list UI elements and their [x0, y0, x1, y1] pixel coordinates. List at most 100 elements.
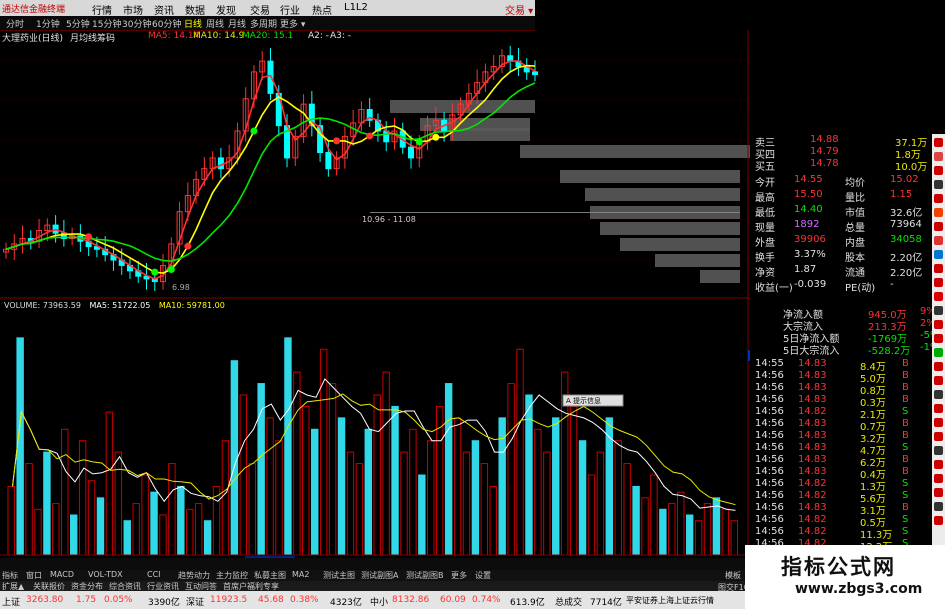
sh-label[interactable]: 上证	[2, 595, 20, 608]
toolbar-icon[interactable]	[934, 222, 943, 231]
zx-label[interactable]: 中小	[370, 595, 388, 608]
toolbar-icon[interactable]	[934, 390, 943, 399]
volume-bar	[328, 383, 337, 556]
toolbar-icon[interactable]	[934, 292, 943, 301]
toolbar-icon[interactable]	[934, 432, 943, 441]
tab-item[interactable]: CCI	[147, 570, 161, 579]
toolbar-icon[interactable]	[934, 306, 943, 315]
menu-item-discover[interactable]: 发现	[216, 2, 236, 17]
flow-row[interactable]: 5日大宗流入 -528.2万 -1%	[750, 342, 940, 357]
tab-item[interactable]: 测试主图	[323, 570, 355, 581]
period-week[interactable]: 周线	[206, 17, 224, 30]
tab-item[interactable]: 窗口	[26, 570, 42, 581]
quote-value: 14.40	[794, 204, 823, 215]
signal-dot	[333, 137, 341, 145]
period-more[interactable]: 更多 ▾	[280, 17, 305, 30]
quote-value: 32.6亿	[890, 208, 923, 219]
toolbar-icon[interactable]	[934, 488, 943, 497]
tab-item[interactable]: VOL-TDX	[88, 570, 123, 579]
tooltip[interactable]: A 提示信息	[566, 396, 601, 405]
toolbar-icon[interactable]	[934, 180, 943, 189]
volume-bar	[275, 440, 283, 556]
ext-tab[interactable]: 关联报价	[33, 581, 65, 592]
toolbar-icon[interactable]	[934, 166, 943, 175]
period-month[interactable]: 月线	[228, 17, 246, 30]
menu-item-market[interactable]: 市场	[123, 2, 143, 17]
tab-item[interactable]: 测试副图A	[361, 570, 398, 581]
ext-tab[interactable]: 首席户福利专享	[223, 581, 279, 592]
toolbar-icon[interactable]	[934, 418, 943, 427]
menu-item-quotes[interactable]: 行情	[92, 2, 112, 17]
tab-template[interactable]: 模板	[725, 570, 741, 581]
period-30min[interactable]: 30分钟	[122, 17, 151, 30]
indicator-name[interactable]: 月均线筹码	[70, 31, 115, 44]
tab-item[interactable]: 更多	[451, 570, 467, 581]
toolbar-icon[interactable]	[934, 404, 943, 413]
toolbar-icon[interactable]	[934, 516, 943, 525]
period-5min[interactable]: 5分钟	[66, 17, 90, 30]
tab-item[interactable]: 主力监控	[216, 570, 248, 581]
period-tick[interactable]: 分时	[6, 17, 24, 30]
toolbar-icon[interactable]	[934, 474, 943, 483]
menu-item-news[interactable]: 资讯	[154, 2, 174, 17]
ext-tab[interactable]: 资金分布	[71, 581, 103, 592]
ext-tab[interactable]: 综合资讯	[109, 581, 141, 592]
period-60min[interactable]: 60分钟	[152, 17, 181, 30]
toolbar-icon[interactable]	[934, 208, 943, 217]
menu-trade-right[interactable]: 交易 ▾	[505, 2, 533, 17]
kline-chart[interactable]: 14.0013.0012.0011.0010.009.008.004000035…	[0, 0, 750, 570]
toolbar-icon[interactable]	[934, 320, 943, 329]
toolbar-icon[interactable]	[934, 236, 943, 245]
ext-tab[interactable]: 扩展▲	[2, 581, 24, 592]
volume-bar	[141, 474, 149, 556]
menu-item-hot[interactable]: 热点	[312, 2, 332, 17]
menu-item-data[interactable]: 数据	[185, 2, 205, 17]
tab-item[interactable]: MACD	[50, 570, 74, 579]
toolbar-icon[interactable]	[934, 264, 943, 273]
tab-item[interactable]: MA2	[292, 570, 309, 579]
signal-dot	[184, 242, 192, 250]
toolbar-icon[interactable]	[934, 152, 943, 161]
volume-bar	[694, 520, 703, 556]
tab-item[interactable]: 私募主图	[254, 570, 286, 581]
volume-bar	[516, 348, 524, 556]
zx-percent: 0.74%	[472, 595, 501, 605]
period-multi[interactable]: 多周期	[250, 17, 277, 30]
toolbar-icon[interactable]	[934, 362, 943, 371]
ext-tab[interactable]: 行业资讯	[147, 581, 179, 592]
volume-bar	[471, 440, 480, 556]
chip-bar	[370, 212, 740, 213]
toolbar-icon[interactable]	[934, 334, 943, 343]
menu-item-trade[interactable]: 交易	[250, 2, 270, 17]
menu-item-industry[interactable]: 行业	[280, 2, 300, 17]
period-1min[interactable]: 1分钟	[36, 17, 60, 30]
period-15min[interactable]: 15分钟	[92, 17, 121, 30]
toolbar-icon[interactable]	[934, 278, 943, 287]
toolbar-icon[interactable]	[934, 250, 943, 259]
toolbar-icon[interactable]	[934, 138, 943, 147]
signal-dot	[432, 133, 440, 141]
tab-item[interactable]: 趋势动力	[178, 570, 210, 581]
toolbar-icon[interactable]	[934, 194, 943, 203]
toolbar-icon[interactable]	[934, 460, 943, 469]
ext-tab[interactable]: 互动问答	[185, 581, 217, 592]
volume-bar	[614, 440, 622, 556]
period-day[interactable]: 日线	[184, 17, 202, 30]
tick-price: 14.82	[798, 514, 827, 525]
chip-bar	[390, 100, 535, 113]
tab-item[interactable]: 测试副图B	[406, 570, 444, 581]
candle	[408, 146, 415, 159]
signal-dot	[250, 127, 258, 135]
volume-bar	[43, 451, 51, 556]
quote-value: 1.15	[890, 189, 913, 200]
menu-item-l1l2[interactable]: L1L2	[344, 2, 368, 13]
broker-name[interactable]: 平安证券上海上证云行情	[626, 595, 714, 606]
volume-bar	[239, 394, 248, 556]
toolbar-icon[interactable]	[934, 502, 943, 511]
toolbar-icon[interactable]	[934, 376, 943, 385]
toolbar-icon[interactable]	[934, 348, 943, 357]
tab-item[interactable]: 设置	[475, 570, 491, 581]
toolbar-icon[interactable]	[934, 446, 943, 455]
tab-item[interactable]: 指标	[2, 570, 18, 581]
sz-label[interactable]: 深证	[186, 595, 204, 608]
